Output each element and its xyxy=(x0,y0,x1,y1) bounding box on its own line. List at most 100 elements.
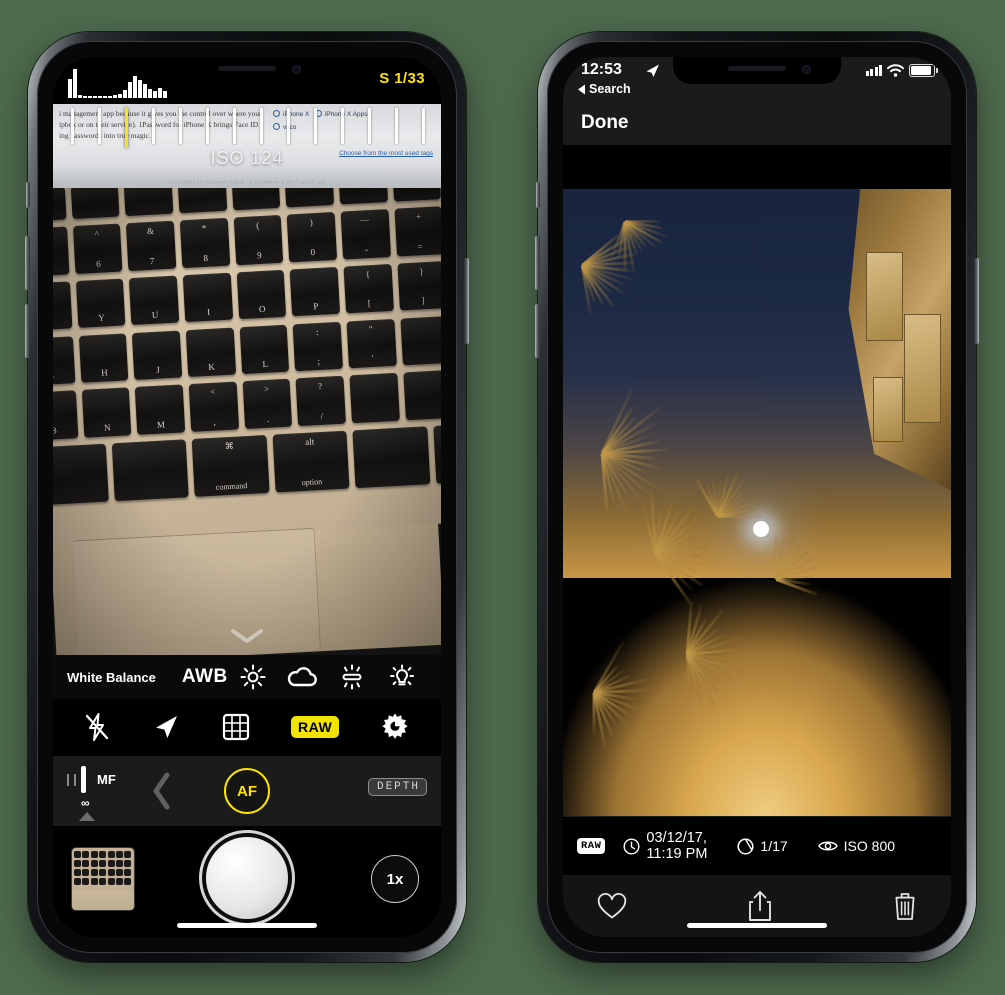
photo-viewer-root: 12:53 Search Done RAW 03/12/17, 11:19 PM… xyxy=(563,57,951,937)
earpiece-speaker xyxy=(218,66,276,71)
focus-handle[interactable] xyxy=(81,766,86,793)
shutter-speed-readout[interactable]: S 1/33 xyxy=(379,70,425,87)
histogram-bar xyxy=(148,89,152,98)
wb-incandescent-icon[interactable] xyxy=(377,664,427,690)
last-photo-thumbnail[interactable] xyxy=(71,847,135,911)
home-indicator[interactable] xyxy=(687,923,827,928)
camera-app-root: S 1/33 i management app because it gives… xyxy=(53,57,441,937)
power-button[interactable] xyxy=(974,258,979,344)
raw-badge[interactable]: RAW xyxy=(291,716,339,738)
autofocus-button[interactable]: AF xyxy=(224,768,270,814)
white-balance-strip: White Balance AWB xyxy=(53,655,441,699)
thumb-key xyxy=(74,878,81,885)
signal-bar xyxy=(879,65,882,76)
camera-toggles-strip: RAW xyxy=(53,699,441,755)
camera-viewfinder[interactable]: i management app because it gives you th… xyxy=(53,104,441,655)
share-icon[interactable] xyxy=(747,890,773,922)
thumb-key xyxy=(116,869,123,876)
exposure-tick xyxy=(314,108,317,144)
capture-date-time-text: 03/12/17, 11:19 PM xyxy=(646,830,707,862)
night-photo[interactable] xyxy=(563,189,951,816)
thumb-key xyxy=(99,860,106,867)
viewfinder-vignette xyxy=(53,188,441,655)
exposure-marker xyxy=(125,108,128,148)
location-arrow-icon xyxy=(645,63,660,78)
volume-down-button[interactable] xyxy=(535,304,540,358)
raw-format-badge: RAW xyxy=(577,838,605,854)
location-icon[interactable] xyxy=(151,712,181,742)
awb-button[interactable]: AWB xyxy=(182,666,228,688)
volume-up-button[interactable] xyxy=(535,236,540,290)
thumb-key xyxy=(99,851,106,858)
signal-bar xyxy=(875,67,878,76)
home-indicator[interactable] xyxy=(177,923,317,928)
histogram-bar xyxy=(163,91,167,98)
eye-icon xyxy=(818,839,838,853)
histogram-bar xyxy=(123,90,127,98)
shutter-speed-text: 1/17 xyxy=(760,838,787,854)
flash-off-icon[interactable] xyxy=(84,712,110,742)
note-link: Choose from the most used tags xyxy=(339,150,433,157)
done-button[interactable]: Done xyxy=(581,112,629,134)
settings-gear-icon[interactable] xyxy=(380,712,410,742)
depth-badge[interactable]: DEPTH xyxy=(368,778,427,796)
back-triangle-icon xyxy=(577,84,586,95)
thumb-key xyxy=(99,878,106,885)
zoom-level-button[interactable]: 1x xyxy=(371,855,419,903)
palm-frond xyxy=(718,515,761,518)
exposure-tick xyxy=(233,108,236,144)
grid-icon[interactable] xyxy=(222,713,250,741)
iso-meta: ISO 800 xyxy=(818,838,895,854)
thumb-key xyxy=(124,869,131,876)
histogram-bar xyxy=(73,69,77,98)
histogram-bar xyxy=(128,82,132,98)
shutter-speed-meta: 1/17 xyxy=(737,838,787,855)
focus-tick xyxy=(67,774,69,786)
thumb-key xyxy=(124,878,131,885)
thumb-key xyxy=(91,869,98,876)
volume-down-button[interactable] xyxy=(25,304,30,358)
thumb-key xyxy=(82,878,89,885)
thumb-key xyxy=(82,869,89,876)
note-shadow xyxy=(53,166,441,188)
mute-switch[interactable] xyxy=(26,182,30,208)
exposure-ruler[interactable] xyxy=(53,108,441,150)
wb-fluorescent-icon[interactable] xyxy=(327,664,377,690)
thumb-key xyxy=(124,851,131,858)
iso-text: ISO 800 xyxy=(844,838,895,854)
screenshot-canvas: S 1/33 i management app because it gives… xyxy=(0,0,1005,995)
exposure-tick xyxy=(206,108,209,144)
volume-up-button[interactable] xyxy=(25,236,30,290)
thumb-key xyxy=(116,878,123,885)
shutter-button[interactable] xyxy=(206,837,288,919)
histogram-icon[interactable] xyxy=(68,68,167,98)
exposure-tick xyxy=(287,108,290,144)
exposure-tick xyxy=(422,108,425,144)
back-to-search-button[interactable]: Search xyxy=(577,82,631,96)
thumb-key xyxy=(99,869,106,876)
iso-readout[interactable]: ISO 124 xyxy=(210,148,283,169)
manual-focus-slider[interactable]: MF xyxy=(67,766,116,793)
manual-focus-label: MF xyxy=(97,772,116,787)
clock-icon xyxy=(623,838,640,855)
chevron-left-icon[interactable] xyxy=(151,772,173,810)
thumb-key xyxy=(82,860,89,867)
favorite-heart-icon[interactable] xyxy=(597,893,627,920)
mute-switch[interactable] xyxy=(536,182,540,208)
power-button[interactable] xyxy=(464,258,469,344)
histogram-bar xyxy=(108,96,112,98)
chevron-down-icon[interactable] xyxy=(230,628,264,645)
histogram-bar xyxy=(133,76,137,98)
delete-trash-icon[interactable] xyxy=(893,891,917,921)
histogram-bar xyxy=(118,94,122,98)
wb-cloud-icon[interactable] xyxy=(278,665,328,689)
wb-sun-icon[interactable] xyxy=(228,664,278,690)
white-balance-label: White Balance xyxy=(67,670,156,685)
exposure-tick xyxy=(71,108,74,144)
photo-top-gap xyxy=(563,145,951,189)
histogram-bar xyxy=(83,96,87,98)
phone-bezel: 12:53 Search Done RAW 03/12/17, 11:19 PM… xyxy=(547,41,967,953)
thumb-key xyxy=(108,869,115,876)
histogram-bar xyxy=(113,95,117,98)
photo-navbar: Done xyxy=(563,101,951,145)
